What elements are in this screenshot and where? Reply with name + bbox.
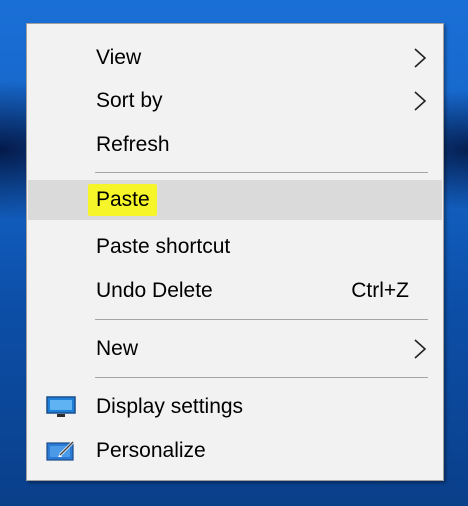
- menu-item-new[interactable]: New: [28, 328, 442, 368]
- menu-item-refresh[interactable]: Refresh: [28, 124, 442, 164]
- context-menu: View Sort by Refresh Paste Paste shortcu…: [26, 23, 444, 481]
- menu-item-paste-label: Paste: [88, 184, 157, 216]
- menu-item-display-settings-label: Display settings: [96, 394, 244, 418]
- monitor-icon: [46, 396, 76, 417]
- menu-item-paste[interactable]: Paste: [28, 180, 442, 220]
- menu-item-paste-shortcut-label: Paste shortcut: [96, 234, 231, 258]
- paintbrush-icon: [46, 440, 75, 461]
- menu-separator: [95, 172, 428, 173]
- menu-item-view-label: View: [96, 45, 142, 69]
- menu-item-refresh-label: Refresh: [96, 132, 170, 156]
- menu-item-new-label: New: [96, 336, 139, 360]
- keyboard-shortcut: Ctrl+Z: [351, 278, 409, 302]
- menu-item-paste-shortcut[interactable]: Paste shortcut: [28, 226, 442, 266]
- menu-item-undo-delete[interactable]: Undo Delete Ctrl+Z: [28, 270, 442, 310]
- menu-item-personalize-label: Personalize: [96, 438, 206, 462]
- menu-separator: [95, 319, 428, 320]
- menu-item-view[interactable]: View: [28, 37, 442, 77]
- menu-separator: [95, 377, 428, 378]
- menu-item-undo-delete-label: Undo Delete: [96, 278, 213, 302]
- menu-item-sort-by[interactable]: Sort by: [28, 80, 442, 120]
- chevron-right-icon: [414, 91, 427, 111]
- chevron-right-icon: [414, 339, 427, 359]
- chevron-right-icon: [414, 48, 427, 68]
- menu-item-display-settings[interactable]: Display settings: [28, 386, 442, 426]
- menu-item-personalize[interactable]: Personalize: [28, 430, 442, 470]
- menu-item-sort-by-label: Sort by: [96, 88, 163, 112]
